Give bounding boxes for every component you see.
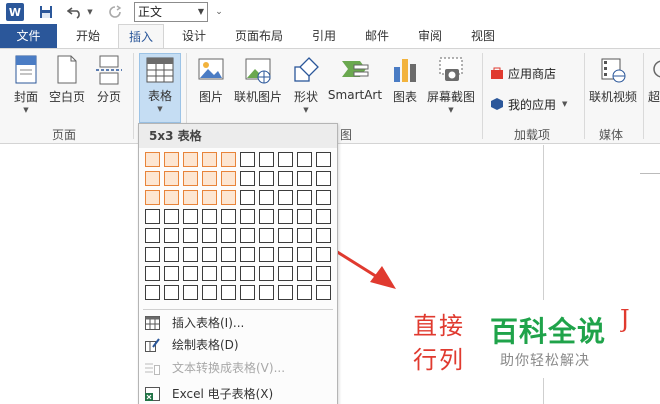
table-grid-cell[interactable] bbox=[240, 152, 255, 167]
insert-table-menu-item[interactable]: 插入表格(I)... bbox=[139, 312, 337, 334]
insert-table-label: 插入表格(I)... bbox=[172, 316, 245, 330]
table-grid-cell[interactable] bbox=[221, 247, 236, 262]
word-window: W ▼ 正文 ▼ ⌄ 文件 开始 插入 设计 页面布局 引用 邮件 审阅 视图 bbox=[0, 0, 660, 404]
table-grid-cell[interactable] bbox=[202, 266, 217, 281]
table-grid-cell[interactable] bbox=[145, 285, 160, 300]
table-grid-cell[interactable] bbox=[240, 247, 255, 262]
table-grid-cell[interactable] bbox=[278, 228, 293, 243]
table-size-grid[interactable] bbox=[145, 152, 331, 300]
table-grid-cell[interactable] bbox=[221, 190, 236, 205]
table-grid-cell[interactable] bbox=[145, 228, 160, 243]
table-grid-cell[interactable] bbox=[297, 209, 312, 224]
table-grid-cell[interactable] bbox=[278, 247, 293, 262]
excel-spreadsheet-menu-item[interactable]: Excel 电子表格(X) bbox=[139, 383, 337, 404]
table-grid-cell[interactable] bbox=[278, 190, 293, 205]
table-grid-cell[interactable] bbox=[164, 152, 179, 167]
table-grid-cell[interactable] bbox=[183, 285, 198, 300]
table-grid-cell[interactable] bbox=[297, 285, 312, 300]
table-grid-cell[interactable] bbox=[316, 285, 331, 300]
table-grid-cell[interactable] bbox=[202, 152, 217, 167]
table-grid-cell[interactable] bbox=[278, 209, 293, 224]
table-grid-cell[interactable] bbox=[183, 209, 198, 224]
table-grid-cell[interactable] bbox=[183, 171, 198, 186]
menu-separator bbox=[143, 309, 333, 310]
table-grid-cell[interactable] bbox=[259, 209, 274, 224]
table-grid-cell[interactable] bbox=[278, 266, 293, 281]
table-grid-cell[interactable] bbox=[316, 190, 331, 205]
table-grid-cell[interactable] bbox=[164, 190, 179, 205]
table-grid-cell[interactable] bbox=[259, 266, 274, 281]
table-grid-cell[interactable] bbox=[145, 171, 160, 186]
table-grid-cell[interactable] bbox=[240, 266, 255, 281]
table-grid-cell[interactable] bbox=[164, 209, 179, 224]
table-grid-cell[interactable] bbox=[297, 228, 312, 243]
table-grid-cell[interactable] bbox=[202, 209, 217, 224]
table-grid-cell[interactable] bbox=[221, 209, 236, 224]
table-grid-cell[interactable] bbox=[259, 190, 274, 205]
table-grid-cell[interactable] bbox=[316, 152, 331, 167]
table-grid-cell[interactable] bbox=[278, 171, 293, 186]
table-grid-cell[interactable] bbox=[145, 266, 160, 281]
table-grid-cell[interactable] bbox=[259, 285, 274, 300]
table-grid-cell[interactable] bbox=[316, 209, 331, 224]
table-grid-cell[interactable] bbox=[221, 171, 236, 186]
table-grid-cell[interactable] bbox=[202, 247, 217, 262]
excel-icon bbox=[145, 387, 160, 401]
table-grid-cell[interactable] bbox=[221, 266, 236, 281]
table-grid-cell[interactable] bbox=[202, 285, 217, 300]
text-to-table-menu-item[interactable]: 文本转换成表格(V)... bbox=[139, 357, 337, 379]
table-grid-cell[interactable] bbox=[183, 228, 198, 243]
table-grid-cell[interactable] bbox=[297, 247, 312, 262]
draw-table-menu-item[interactable]: 绘制表格(D) bbox=[139, 334, 337, 356]
table-grid-cell[interactable] bbox=[240, 209, 255, 224]
table-grid-cell[interactable] bbox=[316, 247, 331, 262]
table-grid-cell[interactable] bbox=[183, 266, 198, 281]
draw-table-icon bbox=[145, 338, 160, 352]
table-grid-cell[interactable] bbox=[145, 247, 160, 262]
table-grid-cell[interactable] bbox=[145, 190, 160, 205]
table-grid-cell[interactable] bbox=[145, 209, 160, 224]
table-grid-cell[interactable] bbox=[164, 247, 179, 262]
table-grid-cell[interactable] bbox=[221, 285, 236, 300]
table-grid-cell[interactable] bbox=[164, 228, 179, 243]
table-grid-cell[interactable] bbox=[278, 285, 293, 300]
excel-spreadsheet-label: Excel 电子表格(X) bbox=[172, 387, 274, 401]
table-grid-cell[interactable] bbox=[183, 190, 198, 205]
table-grid-cell[interactable] bbox=[240, 285, 255, 300]
table-grid-cell[interactable] bbox=[316, 266, 331, 281]
table-grid-cell[interactable] bbox=[316, 171, 331, 186]
text-to-table-label: 文本转换成表格(V)... bbox=[172, 361, 286, 375]
table-grid-cell[interactable] bbox=[259, 152, 274, 167]
table-grid-cell[interactable] bbox=[202, 228, 217, 243]
table-grid-cell[interactable] bbox=[221, 228, 236, 243]
table-grid-cell[interactable] bbox=[297, 190, 312, 205]
table-grid-cell[interactable] bbox=[278, 152, 293, 167]
table-grid-cell[interactable] bbox=[297, 171, 312, 186]
table-grid-cell[interactable] bbox=[240, 190, 255, 205]
table-grid-cell[interactable] bbox=[164, 171, 179, 186]
table-grid-cell[interactable] bbox=[316, 228, 331, 243]
table-grid-cell[interactable] bbox=[240, 228, 255, 243]
table-grid-cell[interactable] bbox=[259, 247, 274, 262]
table-grid-cell[interactable] bbox=[202, 171, 217, 186]
insert-table-icon bbox=[145, 316, 160, 330]
table-grid-cell[interactable] bbox=[202, 190, 217, 205]
table-grid-cell[interactable] bbox=[221, 152, 236, 167]
table-grid-cell[interactable] bbox=[183, 152, 198, 167]
table-grid-cell[interactable] bbox=[164, 266, 179, 281]
table-size-title: 5x3 表格 bbox=[139, 124, 337, 148]
insert-table-dropdown: 5x3 表格 插入表格(I)... 绘制表格(D) 文本转换成表格(V)... … bbox=[138, 123, 338, 404]
table-grid-cell[interactable] bbox=[183, 247, 198, 262]
table-grid-cell[interactable] bbox=[297, 266, 312, 281]
table-grid-cell[interactable] bbox=[297, 152, 312, 167]
table-grid-cell[interactable] bbox=[145, 152, 160, 167]
text-to-table-icon bbox=[145, 363, 160, 375]
table-grid-cell[interactable] bbox=[259, 228, 274, 243]
table-grid-cell[interactable] bbox=[240, 171, 255, 186]
draw-table-label: 绘制表格(D) bbox=[172, 338, 239, 352]
table-grid-cell[interactable] bbox=[259, 171, 274, 186]
table-grid-cell[interactable] bbox=[164, 285, 179, 300]
